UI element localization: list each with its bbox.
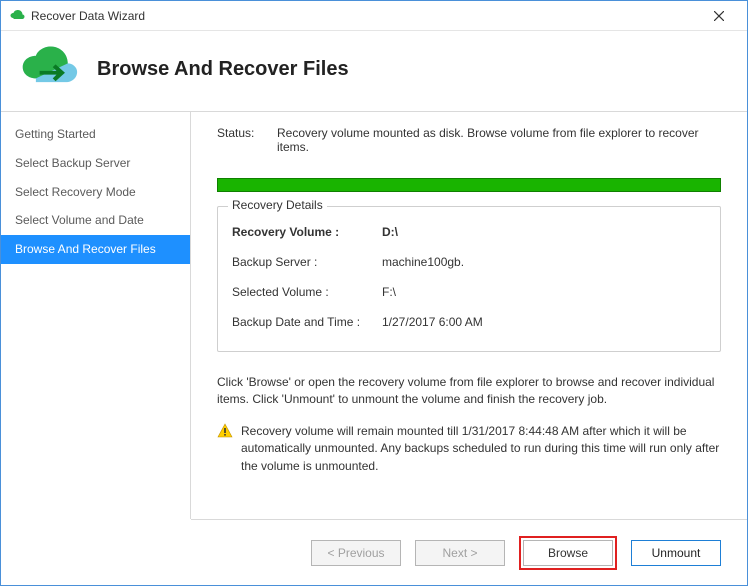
window-title: Recover Data Wizard xyxy=(31,9,699,23)
sidebar-item-select-backup-server[interactable]: Select Backup Server xyxy=(1,149,190,178)
sidebar-item-browse-and-recover-files[interactable]: Browse And Recover Files xyxy=(1,235,190,264)
details-row-backup-date-time: Backup Date and Time : 1/27/2017 6:00 AM xyxy=(232,307,706,337)
sidebar-item-getting-started[interactable]: Getting Started xyxy=(1,120,190,149)
footer-buttons: < Previous Next > Browse Unmount xyxy=(191,519,747,585)
details-key: Recovery Volume : xyxy=(232,225,382,239)
browse-button[interactable]: Browse xyxy=(523,540,613,566)
cloud-recover-icon xyxy=(19,45,79,93)
close-button[interactable] xyxy=(699,2,739,30)
details-key: Backup Server : xyxy=(232,255,382,269)
close-icon xyxy=(714,11,724,21)
progress-bar xyxy=(217,178,721,192)
details-value: D:\ xyxy=(382,225,398,239)
details-value: 1/27/2017 6:00 AM xyxy=(382,315,483,329)
sidebar-item-label: Select Recovery Mode xyxy=(15,185,136,199)
dialog-window: Recover Data Wizard Browse And Recover F… xyxy=(0,0,748,586)
details-value: machine100gb. xyxy=(382,255,464,269)
wizard-sidebar: Getting Started Select Backup Server Sel… xyxy=(1,112,191,519)
status-label: Status: xyxy=(217,126,261,154)
unmount-button[interactable]: Unmount xyxy=(631,540,721,566)
page-title: Browse And Recover Files xyxy=(97,58,349,81)
browse-button-highlight: Browse xyxy=(519,536,617,570)
details-key: Backup Date and Time : xyxy=(232,315,382,329)
details-row-recovery-volume: Recovery Volume : D:\ xyxy=(232,217,706,247)
app-cloud-icon xyxy=(9,8,25,24)
recovery-details-legend: Recovery Details xyxy=(228,198,327,212)
titlebar: Recover Data Wizard xyxy=(1,1,747,31)
status-text: Recovery volume mounted as disk. Browse … xyxy=(277,126,721,154)
warning-row: Recovery volume will remain mounted till… xyxy=(217,423,721,475)
sidebar-item-label: Select Backup Server xyxy=(15,156,130,170)
details-key: Selected Volume : xyxy=(232,285,382,299)
next-button: Next > xyxy=(415,540,505,566)
body: Getting Started Select Backup Server Sel… xyxy=(1,112,747,519)
sidebar-item-label: Browse And Recover Files xyxy=(15,242,156,256)
main-panel: Status: Recovery volume mounted as disk.… xyxy=(191,112,747,519)
sidebar-item-label: Getting Started xyxy=(15,127,96,141)
instruction-text: Click 'Browse' or open the recovery volu… xyxy=(217,374,721,409)
details-row-backup-server: Backup Server : machine100gb. xyxy=(232,247,706,277)
details-row-selected-volume: Selected Volume : F:\ xyxy=(232,277,706,307)
status-row: Status: Recovery volume mounted as disk.… xyxy=(217,126,721,154)
sidebar-item-select-volume-and-date[interactable]: Select Volume and Date xyxy=(1,206,190,235)
sidebar-item-label: Select Volume and Date xyxy=(15,213,144,227)
sidebar-item-select-recovery-mode[interactable]: Select Recovery Mode xyxy=(1,178,190,207)
page-header: Browse And Recover Files xyxy=(1,31,747,111)
previous-button: < Previous xyxy=(311,540,401,566)
warning-text: Recovery volume will remain mounted till… xyxy=(241,423,721,475)
recovery-details-group: Recovery Details Recovery Volume : D:\ B… xyxy=(217,206,721,352)
details-value: F:\ xyxy=(382,285,396,299)
warning-icon xyxy=(217,423,233,439)
